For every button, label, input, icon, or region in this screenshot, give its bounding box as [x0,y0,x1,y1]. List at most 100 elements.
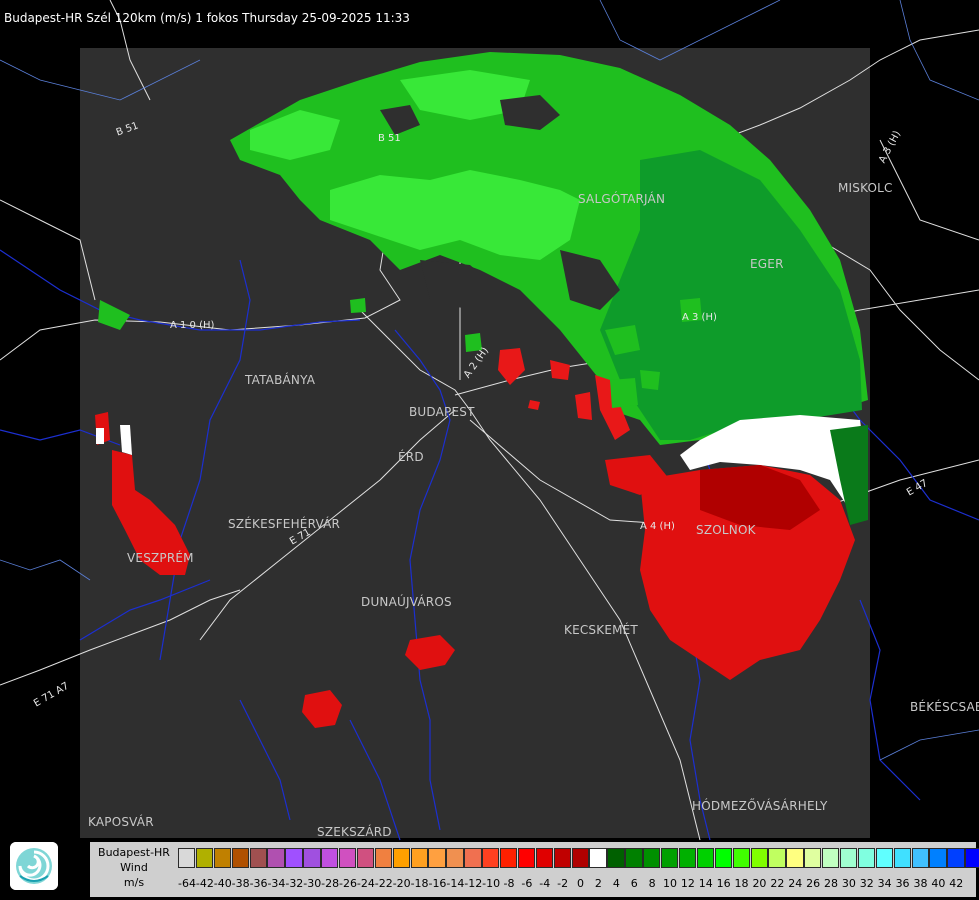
legend-swatch [392,848,410,868]
legend-title-variable: Wind [120,861,148,874]
legend-tick-label: -14 [446,877,465,890]
city-salgotarjan: SALGÓTARJÁN [578,192,666,206]
legend-swatch [678,848,697,868]
city-dunaujvaros: DUNAÚJVÁROS [361,595,452,609]
legend-tick-label: -42 [195,877,214,890]
legend-swatch [857,848,876,868]
legend-swatch [768,848,786,868]
legend-swatch [303,848,321,868]
legend-swatch [464,848,482,868]
city-tatabanya: TATABÁNYA [245,373,316,387]
legend-swatch [822,848,840,868]
legend-tick-label: -24 [356,877,375,890]
city-szekesfehervar: SZÉKESFEHÉRVÁR [228,517,341,531]
legend-swatch [500,848,518,868]
legend-swatch [875,848,894,868]
legend-swatch [374,848,393,868]
legend-swatch [750,848,768,868]
legend-tick-label: 26 [806,877,821,890]
legend-tick-label: -26 [339,877,357,890]
legend-swatch [911,848,929,868]
legend-tick-label: 34 [877,877,892,890]
legend-swatch [446,848,464,868]
legend-tick-label: 14 [698,877,713,890]
legend-tick-label: -18 [410,877,429,890]
legend-tick-label: 24 [788,877,803,890]
legend-tick-label: -4 [539,877,551,890]
legend-swatch [267,848,285,868]
legend-swatch [195,848,214,868]
legend-swatch [356,848,375,868]
legend-swatch [285,848,303,868]
legend-tick-label: -38 [231,877,250,890]
legend-tick-label: 38 [913,877,928,890]
legend-tick-label: -20 [392,877,411,890]
legend-tick-label: -2 [557,877,569,890]
legend-swatch [428,848,446,868]
legend-tick-label: 8 [648,877,656,890]
legend-tick-label: 36 [895,877,910,890]
legend-tick-label: 12 [680,877,695,890]
legend-swatch [947,848,965,868]
legend-swatch [786,848,804,868]
legend-tick-label: 28 [824,877,838,890]
omsz-spiral-logo-icon [10,842,58,890]
legend-swatch [410,848,428,868]
legend-tick-label: -12 [464,877,483,890]
legend-tick-label: 2 [594,877,602,890]
city-miskolc: MISKOLC [838,181,893,195]
city-szekszard: SZEKSZÁRD [317,825,392,839]
city-szolnok: SZOLNOK [696,523,756,537]
legend-tick-label: -40 [213,877,232,890]
legend-tick-label: -32 [285,877,304,890]
legend-tick-label: -36 [249,877,268,890]
legend-swatch [625,848,643,868]
legend-color-scale [178,848,979,868]
legend-tick-label: 30 [841,877,856,890]
legend-swatch [589,848,607,868]
legend-swatch [339,848,357,868]
legend-tick-label: 16 [716,877,731,890]
legend-swatch [839,848,858,868]
legend-swatch [732,848,750,868]
legend-swatch [804,848,822,868]
legend-tick-label: 6 [630,877,638,890]
legend-tick-label: -8 [503,877,515,890]
legend-tick-label: 0 [577,877,585,890]
legend-tick-label: -10 [482,877,501,890]
legend-title-unit: m/s [123,876,145,889]
legend-swatch [893,848,911,868]
legend-tick-label: 32 [859,877,874,890]
legend-tick-label: -34 [267,877,286,890]
city-bekescsaba: BÉKÉSCSABA [910,700,979,714]
legend-title-radar: Budapest-HR [98,846,170,859]
legend-tick-label: 18 [734,877,749,890]
city-eger: EGER [750,257,784,271]
legend-swatch [696,848,715,868]
legend-swatch [607,848,625,868]
legend-tick-label: 4 [612,877,620,890]
legend-tick-label: -22 [374,877,393,890]
legend-swatch [231,848,249,868]
legend-swatch [482,848,500,868]
legend-swatch [643,848,661,868]
legend-swatch [321,848,339,868]
legend-swatch [929,848,947,868]
legend-swatch [178,848,196,868]
legend-tick-label: -30 [303,877,322,890]
legend-swatch [661,848,679,868]
legend-tick-label: -6 [521,877,533,890]
city-veszprem: VESZPRÉM [127,551,194,565]
city-erd: ÉRD [398,450,424,464]
legend-tick-label: -28 [321,877,340,890]
legend-swatch [714,848,733,868]
road-label-b51-east: B 51 [378,133,401,144]
legend-tick-label: -16 [428,877,447,890]
city-kaposvar: KAPOSVÁR [88,815,154,829]
legend-tick-labels: -64 -42 -40 -38 -36 -34 -32 -30 -28 -26 -24 -22 -20-… [178,877,965,891]
legend-swatch [517,848,536,868]
road-label-a3: A 3 (H) [682,312,717,323]
legend-swatch [965,848,979,868]
radar-map [0,0,979,900]
legend-tick-label: 20 [752,877,767,890]
